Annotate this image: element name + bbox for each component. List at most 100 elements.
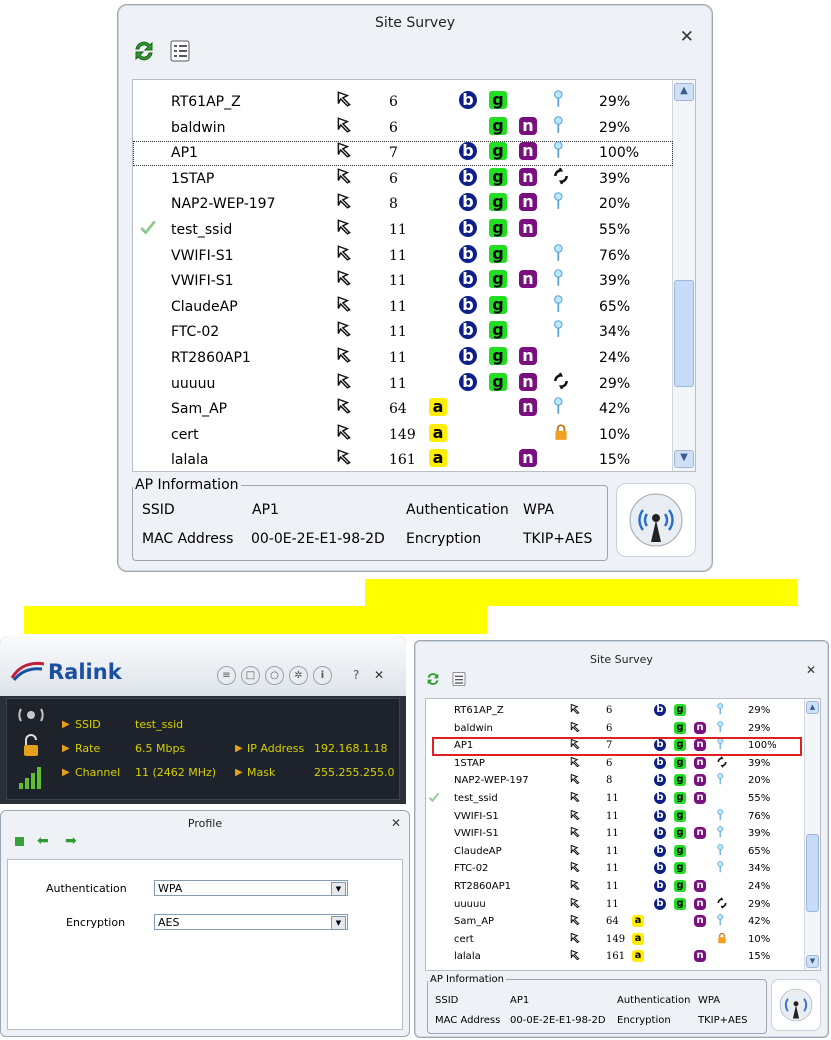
- arrow-icon: ▶: [62, 743, 70, 754]
- scroll-thumb[interactable]: [674, 280, 694, 387]
- ap-list-small-scrollbar[interactable]: ▲ ▼: [804, 699, 820, 970]
- arrow-icon: ▶: [62, 767, 70, 778]
- ap-row[interactable]: cert 149 a 10%: [133, 423, 673, 448]
- refresh-icon[interactable]: [425, 671, 441, 691]
- mode-n-icon: n: [519, 142, 537, 161]
- ap-channel: 161: [389, 452, 416, 469]
- ap-row[interactable]: NAP2-WEP-197 8 b g n 20%: [426, 773, 805, 790]
- wps-icon: [335, 192, 353, 219]
- ip-address-value: 192.168.1.18: [314, 742, 388, 755]
- mode-g-icon: g: [674, 756, 686, 769]
- gear-icon[interactable]: ✲: [289, 666, 308, 685]
- ap-row[interactable]: AP1 7 b g n 100%: [133, 141, 673, 166]
- ap-row[interactable]: RT2860AP1 11 b g n 24%: [426, 879, 805, 896]
- back-arrow-icon[interactable]: ⬅: [37, 833, 49, 849]
- ssid-status-value: test_ssid: [135, 718, 184, 731]
- authentication-value: WPA: [523, 502, 554, 518]
- ap-signal: 76%: [599, 247, 631, 264]
- close-button[interactable]: ✕: [680, 27, 694, 47]
- arrow-icon: ▶: [235, 743, 243, 754]
- chevron-down-icon[interactable]: ▼: [331, 916, 346, 930]
- ap-channel: 11: [389, 350, 407, 366]
- ap-row[interactable]: cert 149 a 10%: [426, 932, 805, 949]
- ap-channel: 11: [606, 863, 619, 875]
- ap-row[interactable]: 1STAP 6 b g n 39%: [426, 756, 805, 773]
- scroll-up-button[interactable]: ▲: [806, 701, 819, 714]
- ap-row[interactable]: 1STAP 6 b g n 39%: [133, 167, 673, 192]
- network-tab-icon[interactable]: □: [241, 666, 260, 685]
- help-button[interactable]: ?: [353, 668, 359, 682]
- profile-tab-icon[interactable]: ≡: [217, 666, 236, 685]
- stop-icon[interactable]: [15, 837, 24, 846]
- scroll-thumb[interactable]: [806, 834, 819, 912]
- mode-g-icon: g: [489, 91, 507, 109]
- ap-row[interactable]: VWIFI-S1 11 b g 76%: [426, 808, 805, 826]
- connect-button-small[interactable]: [771, 979, 821, 1031]
- mode-b-icon: b: [459, 270, 477, 289]
- mode-g-icon: g: [674, 862, 686, 875]
- ap-row[interactable]: test_ssid 11 b g n 55%: [133, 218, 673, 243]
- mode-n-icon: n: [519, 219, 537, 237]
- ap-ssid: 1STAP: [171, 170, 215, 187]
- highlight-bar-bottom: [24, 606, 487, 634]
- ap-ssid: VWIFI-S1: [454, 810, 499, 822]
- highlight-bar-top: [365, 579, 797, 606]
- wps-icon: [569, 826, 581, 845]
- mode-g-icon: g: [489, 167, 507, 186]
- authentication-select[interactable]: WPA ▼: [154, 880, 348, 896]
- lock-icon: [716, 932, 728, 951]
- wps-icon: [569, 914, 581, 933]
- search-icon[interactable]: ○: [265, 666, 284, 685]
- scroll-down-button[interactable]: ▼: [674, 450, 694, 468]
- forward-arrow-icon[interactable]: ➡: [65, 833, 77, 849]
- refresh-icon[interactable]: [132, 39, 156, 67]
- ap-row[interactable]: ClaudeAP 11 b g 65%: [133, 295, 673, 320]
- ap-row[interactable]: baldwin 6 g n 29%: [426, 720, 805, 738]
- ap-list-scrollbar[interactable]: ▲ ▼: [672, 80, 695, 471]
- ap-channel: 11: [389, 273, 407, 290]
- ap-row[interactable]: Sam_AP 64 a n 42%: [426, 914, 805, 931]
- add-to-profile-icon[interactable]: [451, 671, 467, 691]
- connect-button[interactable]: [616, 483, 696, 557]
- ap-row[interactable]: uuuuu 11 b g n 29%: [426, 896, 805, 914]
- ap-row[interactable]: test_ssid 11 b g n 55%: [426, 791, 805, 808]
- mask-value: 255.255.255.0: [314, 766, 395, 779]
- ralink-close-button[interactable]: ✕: [374, 668, 384, 682]
- ap-row[interactable]: ClaudeAP 11 b g 65%: [426, 843, 805, 861]
- ap-row[interactable]: uuuuu 11 b g n 29%: [133, 372, 673, 397]
- ap-row[interactable]: VWIFI-S1 11 b g n 39%: [426, 826, 805, 843]
- ap-row[interactable]: lalala 161 a n 15%: [426, 949, 805, 966]
- ap-row[interactable]: VWIFI-S1 11 b g 76%: [133, 243, 673, 269]
- signal-antenna-icon: [552, 115, 565, 143]
- ap-row[interactable]: FTC-02 11 b g 34%: [426, 861, 805, 878]
- ap-signal: 39%: [599, 170, 631, 187]
- ap-row[interactable]: RT2860AP1 11 b g n 24%: [133, 346, 673, 371]
- chevron-down-icon[interactable]: ▼: [331, 882, 346, 896]
- ap-signal: 39%: [748, 828, 771, 840]
- ap-row[interactable]: RT61AP_Z 6 b g 29%: [133, 90, 673, 115]
- ralink-utility-window: Ralink ≡ □ ○ ✲ i ? ✕ ▶ SSID test_ssid ▶ …: [0, 636, 406, 804]
- profile-close-button[interactable]: ✕: [391, 816, 401, 830]
- ap-row[interactable]: lalala 161 a n 15%: [133, 448, 673, 471]
- scroll-down-button[interactable]: ▼: [806, 955, 819, 968]
- authentication-label: Authentication: [406, 502, 509, 518]
- mode-n-icon: n: [694, 915, 706, 928]
- ap-row[interactable]: NAP2-WEP-197 8 b g n 20%: [133, 192, 673, 217]
- small-close-button[interactable]: ✕: [806, 663, 816, 677]
- signal-antenna-icon: [716, 861, 724, 880]
- add-to-profile-icon[interactable]: [168, 39, 192, 67]
- ap-row[interactable]: baldwin 6 g n 29%: [133, 115, 673, 143]
- ap-row[interactable]: RT61AP_Z 6 b g 29%: [426, 703, 805, 720]
- mode-g-icon: g: [674, 844, 686, 857]
- ap-row[interactable]: Sam_AP 64 a n 42%: [133, 397, 673, 422]
- ap-row[interactable]: VWIFI-S1 11 b g n 39%: [133, 269, 673, 294]
- ap-signal: 100%: [599, 145, 640, 162]
- signal-antenna-icon: [552, 397, 565, 424]
- mode-g-icon: g: [489, 347, 507, 365]
- scroll-up-button[interactable]: ▲: [674, 83, 694, 101]
- ap-row[interactable]: FTC-02 11 b g 34%: [133, 320, 673, 345]
- encryption-select[interactable]: AES ▼: [154, 914, 348, 930]
- connected-check-icon: [139, 218, 157, 245]
- info-icon[interactable]: i: [313, 666, 332, 685]
- mask-label: Mask: [247, 766, 276, 779]
